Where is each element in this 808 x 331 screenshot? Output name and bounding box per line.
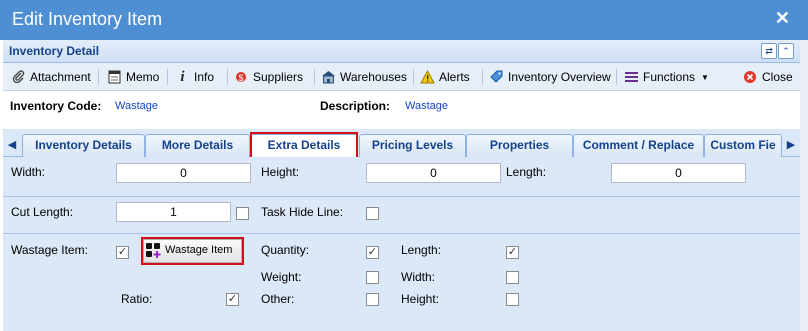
paperclip-icon [12, 70, 25, 84]
cut-length-label: Cut Length: [11, 205, 74, 219]
alerts-button[interactable]: Alerts [420, 69, 470, 85]
window-titlebar: Edit Inventory Item ✕ [0, 0, 808, 40]
wastage-length-label: Length: [401, 243, 442, 257]
warehouses-button[interactable]: Warehouses [321, 69, 407, 85]
tab-extra-details[interactable]: Extra Details [250, 134, 358, 158]
toolbar-divider [167, 69, 168, 85]
info-button[interactable]: i Info [175, 69, 214, 85]
task-hide-line-checkbox[interactable] [366, 207, 379, 220]
wastage-item-button-label: Wastage Item [165, 244, 233, 256]
tab-inventory-details[interactable]: Inventory Details [22, 134, 145, 157]
tag-icon [490, 70, 503, 83]
item-header: Inventory Code: Wastage Description: Was… [3, 91, 800, 129]
width-label: Width: [11, 165, 46, 179]
weight-checkbox[interactable] [366, 271, 379, 284]
wastage-length-checkbox[interactable]: ✓ [506, 246, 519, 259]
info-label: Info [194, 70, 215, 84]
description-value: Wastage [405, 100, 449, 112]
description-label: Description: [320, 99, 391, 113]
toolbar-divider [482, 69, 483, 85]
warning-icon [420, 70, 435, 84]
close-circle-icon [744, 71, 756, 83]
wastage-item-button[interactable]: Wastage Item [143, 239, 242, 263]
warehouse-icon [322, 71, 335, 84]
suppliers-icon: $ [236, 72, 246, 83]
svg-text:$: $ [238, 73, 243, 83]
chevron-down-icon: ▼ [701, 72, 709, 82]
tab-properties[interactable]: Properties [466, 134, 573, 157]
wastage-width-checkbox[interactable] [506, 271, 519, 284]
toolbar-divider [98, 69, 99, 85]
window-scrollbar[interactable] [800, 40, 808, 331]
collapse-icon[interactable]: ⌃ [778, 43, 794, 59]
panel-title: Inventory Detail [9, 44, 100, 58]
cut-length-input[interactable]: 1 [116, 202, 231, 222]
memo-button[interactable]: Memo [107, 69, 159, 85]
tab-strip: ◀ Inventory Details More Details Extra D… [3, 130, 800, 158]
close-button[interactable]: Close [743, 69, 793, 85]
height-label: Height: [261, 165, 300, 179]
inventory-code-label: Inventory Code: [10, 99, 102, 113]
warehouses-label: Warehouses [340, 70, 407, 84]
alerts-label: Alerts [439, 70, 470, 84]
toolbar: Attachment Memo i Info $ Suppliers Wareh… [3, 63, 800, 91]
suppliers-button[interactable]: $ Suppliers [234, 69, 303, 85]
ratio-checkbox[interactable]: ✓ [226, 293, 239, 306]
toolbar-divider [413, 69, 414, 85]
tab-comment-replace[interactable]: Comment / Replace [573, 134, 704, 157]
notepad-icon [108, 70, 121, 84]
other-label: Other: [261, 292, 295, 306]
quantity-label: Quantity: [261, 243, 310, 257]
attachment-label: Attachment [30, 70, 91, 84]
wastage-width-label: Width: [401, 270, 436, 284]
attachment-button[interactable]: Attachment [11, 69, 91, 85]
quantity-checkbox[interactable]: ✓ [366, 246, 379, 259]
refresh-icon[interactable]: ⇄ [761, 43, 777, 59]
info-icon: i [180, 69, 185, 85]
cut-length-checkbox[interactable] [236, 207, 249, 220]
width-input[interactable]: 0 [116, 163, 251, 183]
ratio-label: Ratio: [121, 292, 153, 306]
memo-label: Memo [126, 70, 160, 84]
functions-menu-button[interactable]: Functions ▼ [624, 69, 709, 85]
height-input[interactable]: 0 [366, 163, 501, 183]
toolbar-divider [314, 69, 315, 85]
inventory-overview-button[interactable]: Inventory Overview [489, 69, 611, 85]
other-checkbox[interactable] [366, 293, 379, 306]
window-title: Edit Inventory Item [12, 9, 163, 29]
close-window-icon[interactable]: ✕ [775, 8, 790, 29]
panel-header: Inventory Detail ⇄ ⌃ [3, 40, 800, 63]
inventory-overview-label: Inventory Overview [508, 70, 611, 84]
tab-pricing-levels[interactable]: Pricing Levels [359, 134, 466, 157]
menu-icon [625, 72, 638, 82]
wastage-height-label: Height: [401, 292, 440, 306]
close-label: Close [762, 70, 793, 84]
tab-more-details[interactable]: More Details [145, 134, 250, 157]
suppliers-label: Suppliers [253, 70, 304, 84]
toolbar-divider [227, 69, 228, 85]
weight-label: Weight: [261, 270, 302, 284]
toolbar-divider [616, 69, 617, 85]
length-input[interactable]: 0 [611, 163, 746, 183]
tab-custom-fields[interactable]: Custom Fie [704, 134, 782, 157]
task-hide-line-label: Task Hide Line: [261, 205, 344, 219]
length-label: Length: [506, 165, 547, 179]
inventory-code-value: Wastage [115, 100, 159, 112]
add-item-icon [146, 243, 161, 258]
functions-label: Functions [643, 70, 696, 84]
tab-scroll-left-icon[interactable]: ◀ [5, 136, 19, 154]
wastage-item-checkbox[interactable]: ✓ [116, 246, 129, 259]
wastage-item-label: Wastage Item: [11, 243, 88, 257]
tab-scroll-right-icon[interactable]: ▶ [784, 136, 798, 154]
wastage-height-checkbox[interactable] [506, 293, 519, 306]
